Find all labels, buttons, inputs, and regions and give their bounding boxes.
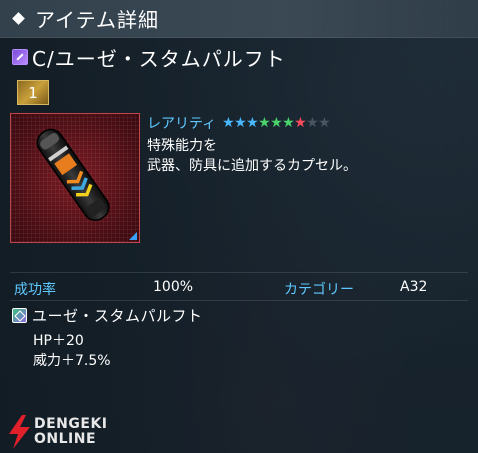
star-empty-icon: ★ [318,115,331,131]
star-icon: ★ [258,115,271,131]
category-value: A32 [400,279,428,295]
rarity-stars: ★ ★ ★ ★ ★ ★ ★ ★ ★ [222,114,331,132]
divider [10,272,468,273]
watermark-line: DENGEKI [34,416,108,432]
item-count-badge: 1 [17,80,49,105]
description-line: 武器、防具に追加するカプセル。 [147,158,357,174]
item-name-row: C/ユーゼ・スタムパルフト [12,44,286,71]
star-empty-icon: ★ [306,115,319,131]
window-title: アイテム詳細 [35,8,159,32]
selection-corner-icon [129,232,137,240]
star-icon: ★ [270,115,283,131]
success-rate-value: 100% [153,279,194,295]
ability-icon [12,307,27,323]
item-name: C/ユーゼ・スタムパルフト [32,46,286,71]
window-header: アイテム詳細 [0,0,478,38]
ability-effect-power: 威力＋7.5% [33,353,111,369]
watermark-line: ONLINE [34,431,97,447]
diamond-bullet-icon [12,12,25,25]
capsule-type-icon [12,49,28,65]
star-icon: ★ [246,115,259,131]
star-icon: ★ [222,115,235,131]
ability-row: ユーゼ・スタムパルフト [12,305,203,325]
rarity-label: レアリティ [147,116,217,132]
bolt-icon [9,415,30,449]
stats-row: 成功率 100% カテゴリー A32 [0,279,478,298]
category-label: カテゴリー [284,282,354,298]
watermark-logo: DENGEKI ONLINE [4,414,124,450]
star-icon: ★ [282,115,295,131]
star-icon: ★ [234,115,247,131]
success-rate-label: 成功率 [14,282,56,298]
ability-name: ユーゼ・スタムパルフト [32,306,203,325]
ability-effect-hp: HP＋20 [33,333,84,349]
rarity-row: レアリティ ★ ★ ★ ★ ★ ★ ★ ★ ★ [147,113,331,133]
divider [10,300,468,301]
capsule-icon [36,128,110,221]
description-line: 特殊能力を [147,138,217,154]
item-count: 1 [28,83,38,102]
star-icon: ★ [294,115,307,131]
item-detail-panel: アイテム詳細 C/ユーゼ・スタムパルフト 1 レアリティ ★ ★ ★ ★ ★ ★… [0,0,478,453]
item-thumbnail [10,113,140,243]
item-description: 特殊能力を 武器、防具に追加するカプセル。 [147,136,467,176]
